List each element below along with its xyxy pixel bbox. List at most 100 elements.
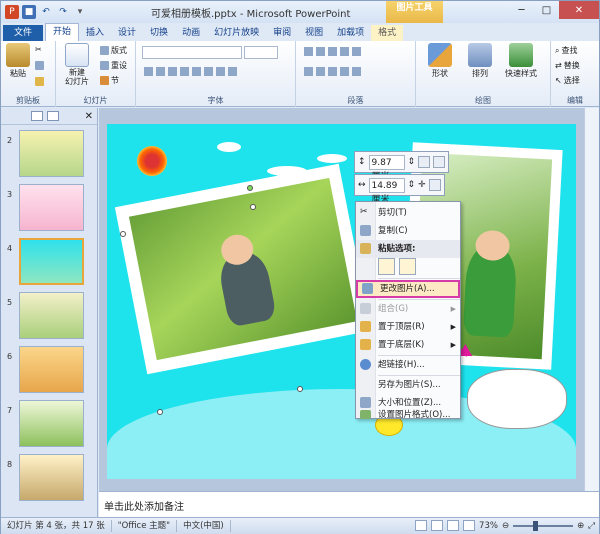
- cut-button[interactable]: ✂: [35, 45, 42, 54]
- font-name-input[interactable]: [142, 46, 242, 59]
- slide-thumbnail[interactable]: 6: [5, 346, 93, 393]
- zoom-slider[interactable]: [513, 520, 574, 531]
- notes-pane[interactable]: 单击此处添加备注: [99, 491, 599, 517]
- selection-handle[interactable]: [250, 204, 256, 210]
- numbering-icon[interactable]: [316, 47, 325, 56]
- slide-thumbnail[interactable]: 3: [5, 184, 93, 231]
- select-button[interactable]: ↖ 选择: [555, 75, 580, 86]
- menu-item-bring-to-front[interactable]: 置于顶层(R) ▶: [356, 318, 460, 336]
- tab-file[interactable]: 文件: [3, 25, 43, 41]
- slide-sorter-icon[interactable]: [431, 520, 444, 531]
- paste-picture-icon[interactable]: [399, 258, 416, 275]
- menu-item-save-as-picture[interactable]: 另存为图片(S)...: [356, 376, 460, 394]
- menu-item-copy[interactable]: 复制(C): [356, 222, 460, 240]
- save-icon[interactable]: ■: [22, 5, 36, 19]
- justify-icon[interactable]: [340, 67, 349, 76]
- section-button[interactable]: 节: [100, 75, 119, 86]
- align-left-icon[interactable]: [304, 67, 313, 76]
- language[interactable]: 中文(中国): [177, 520, 231, 532]
- menu-item-send-to-back[interactable]: 置于底层(K) ▶: [356, 336, 460, 354]
- photo-frame-selected[interactable]: [114, 163, 372, 375]
- line-spacing-icon[interactable]: [352, 47, 361, 56]
- slide-thumbnail[interactable]: 8: [5, 454, 93, 501]
- zoom-level[interactable]: 73%: [479, 521, 498, 531]
- font-color-icon[interactable]: [228, 67, 237, 76]
- theme-name[interactable]: "Office 主题": [112, 520, 178, 532]
- tab-insert[interactable]: 插入: [79, 25, 111, 41]
- paste-button[interactable]: 粘贴: [5, 43, 31, 79]
- selection-handle[interactable]: [297, 386, 303, 392]
- columns-icon[interactable]: [352, 67, 361, 76]
- redo-icon[interactable]: ↷: [56, 5, 70, 19]
- customize-qat-icon[interactable]: ▾: [73, 5, 87, 19]
- zoom-slider-knob[interactable]: [532, 520, 538, 531]
- decrease-indent-icon[interactable]: [328, 47, 337, 56]
- layout-button[interactable]: 版式: [100, 45, 127, 56]
- picture-style-icon[interactable]: [428, 179, 441, 191]
- shadow-icon[interactable]: [192, 67, 201, 76]
- replace-button[interactable]: ⇄ 替换: [555, 60, 580, 71]
- close-button[interactable]: ✕: [559, 1, 599, 19]
- quick-styles-button[interactable]: 快速样式: [500, 43, 542, 79]
- bold-icon[interactable]: [144, 67, 153, 76]
- outline-tab-icon[interactable]: [47, 111, 59, 121]
- strike-icon[interactable]: [180, 67, 189, 76]
- spin-icon[interactable]: ⇕: [408, 157, 416, 167]
- font-size-input[interactable]: [244, 46, 278, 59]
- new-slide-button[interactable]: 新建 幻灯片: [60, 43, 94, 86]
- maximize-button[interactable]: □: [534, 1, 559, 19]
- close-pane-icon[interactable]: ✕: [85, 111, 93, 122]
- menu-item-change-picture[interactable]: 更改图片(A)...: [356, 280, 460, 298]
- paste-keep-format-icon[interactable]: [378, 258, 395, 275]
- slide-thumbnail[interactable]: 7: [5, 400, 93, 447]
- slides-tab-icon[interactable]: [31, 111, 43, 121]
- slideshow-view-icon[interactable]: [463, 520, 476, 531]
- vertical-scrollbar[interactable]: [584, 108, 599, 491]
- slide-thumbnail[interactable]: 2: [5, 130, 93, 177]
- tab-home[interactable]: 开始: [45, 23, 80, 41]
- menu-item-hyperlink[interactable]: 超链接(H)...: [356, 356, 460, 374]
- rotation-handle[interactable]: [247, 185, 253, 191]
- slide[interactable]: [107, 124, 576, 479]
- copy-button[interactable]: [35, 61, 44, 70]
- powerpoint-icon[interactable]: P: [5, 5, 19, 19]
- underline-icon[interactable]: [168, 67, 177, 76]
- reading-view-icon[interactable]: [447, 520, 460, 531]
- arrange-button[interactable]: 排列: [462, 43, 498, 79]
- tab-format[interactable]: 格式: [371, 25, 404, 41]
- shape-width-input[interactable]: 14.89 厘米: [368, 177, 405, 205]
- slide-thumbnail[interactable]: 5: [5, 292, 93, 339]
- bring-forward-icon[interactable]: [418, 156, 431, 168]
- tab-addins[interactable]: 加载项: [330, 25, 371, 41]
- tab-review[interactable]: 审阅: [266, 25, 298, 41]
- tab-slideshow[interactable]: 幻灯片放映: [207, 25, 266, 41]
- shape-height-input[interactable]: 9.87 厘米: [368, 154, 405, 182]
- reset-button[interactable]: 重设: [100, 60, 127, 71]
- zoom-out-icon[interactable]: ⊖: [502, 521, 509, 531]
- tab-design[interactable]: 设计: [111, 25, 143, 41]
- spin-icon[interactable]: ⇕: [408, 180, 416, 190]
- selection-handle[interactable]: [120, 231, 126, 237]
- align-right-icon[interactable]: [328, 67, 337, 76]
- find-button[interactable]: ⌕ 查找: [555, 45, 577, 56]
- crop-icon[interactable]: ✛: [418, 180, 426, 190]
- menu-item-cut[interactable]: ✂ 剪切(T): [356, 204, 460, 222]
- increase-indent-icon[interactable]: [340, 47, 349, 56]
- send-backward-icon[interactable]: [433, 156, 446, 168]
- spacing-icon[interactable]: [204, 67, 213, 76]
- selection-handle[interactable]: [157, 409, 163, 415]
- align-center-icon[interactable]: [316, 67, 325, 76]
- shapes-button[interactable]: 形状: [422, 43, 458, 79]
- bullets-icon[interactable]: [304, 47, 313, 56]
- undo-icon[interactable]: ↶: [39, 5, 53, 19]
- format-painter-button[interactable]: [35, 77, 44, 86]
- italic-icon[interactable]: [156, 67, 165, 76]
- fit-window-icon[interactable]: ⤢: [588, 521, 595, 531]
- menu-item-group[interactable]: 组合(G) ▶: [356, 300, 460, 318]
- menu-item-format-picture[interactable]: 设置图片格式(O)...: [356, 410, 460, 420]
- tab-view[interactable]: 视图: [298, 25, 330, 41]
- minimize-button[interactable]: ─: [509, 1, 534, 19]
- tab-transitions[interactable]: 切换: [143, 25, 175, 41]
- zoom-in-icon[interactable]: ⊕: [577, 521, 584, 531]
- tab-animations[interactable]: 动画: [175, 25, 207, 41]
